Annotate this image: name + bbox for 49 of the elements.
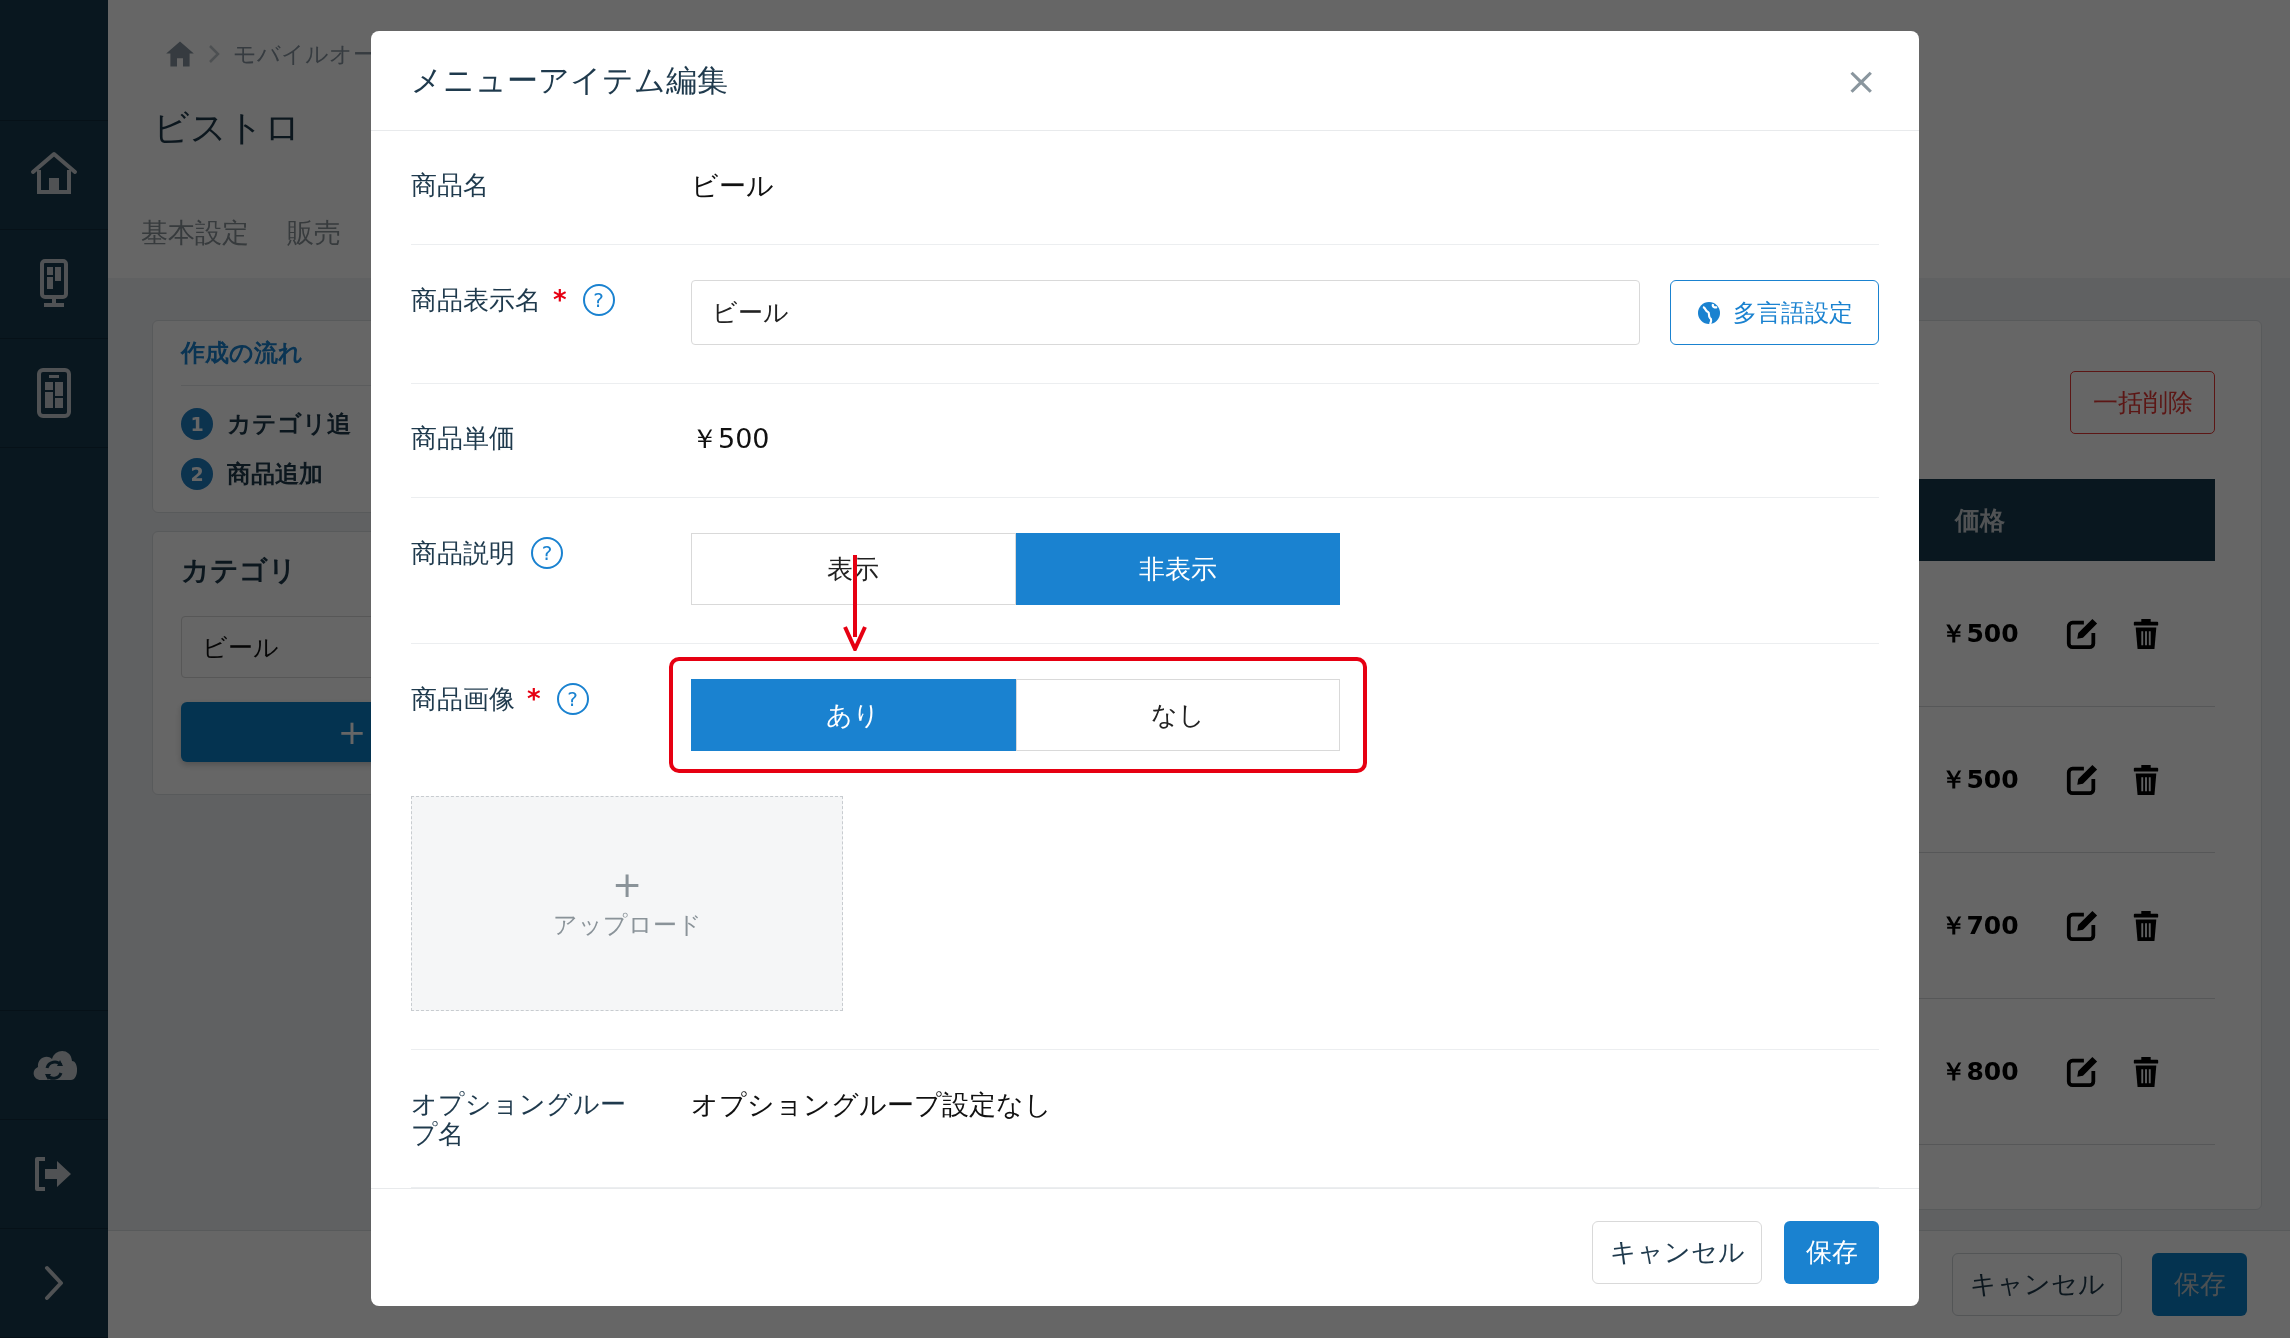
help-icon[interactable]: ? bbox=[582, 284, 615, 316]
home-icon[interactable] bbox=[165, 40, 195, 68]
field-label: 商品名 bbox=[411, 170, 489, 200]
trash-icon[interactable] bbox=[2131, 616, 2161, 651]
trash-icon[interactable] bbox=[2131, 908, 2161, 943]
cancel-button[interactable]: キャンセル bbox=[1592, 1221, 1762, 1284]
trash-icon[interactable] bbox=[2131, 1054, 2161, 1089]
price-cell-text: ￥500 bbox=[1940, 618, 2020, 650]
plus-icon: + bbox=[611, 866, 643, 903]
edit-icon[interactable] bbox=[2065, 908, 2099, 943]
edit-icon[interactable] bbox=[2065, 762, 2099, 797]
segment-option[interactable]: 非表示 bbox=[1015, 533, 1340, 605]
trash-icon[interactable] bbox=[2131, 762, 2161, 797]
language-settings-button[interactable]: 多言語設定 bbox=[1670, 280, 1879, 345]
cancel-button[interactable]: キャンセル bbox=[1952, 1253, 2122, 1316]
chevron-icon bbox=[207, 43, 221, 65]
card-title: カテゴリ bbox=[181, 553, 297, 589]
upload-area[interactable]: + アップロード bbox=[411, 796, 843, 1011]
price-cell-text: ￥700 bbox=[1940, 910, 2020, 942]
close-button[interactable]: × bbox=[1839, 61, 1883, 100]
dialog-title: メニューアイテム編集 bbox=[411, 60, 728, 100]
bulk-delete-button[interactable]: 一括削除 bbox=[2070, 371, 2215, 434]
field-value: オプショングループ設定なし bbox=[691, 1088, 1052, 1122]
page-title: ビストロ bbox=[153, 106, 302, 150]
save-button[interactable]: 保存 bbox=[1784, 1221, 1879, 1284]
help-icon[interactable]: ? bbox=[556, 683, 589, 715]
edit-icon[interactable] bbox=[2065, 616, 2099, 651]
price-cell-text: ￥500 bbox=[1940, 764, 2020, 796]
segment-option[interactable]: あり bbox=[691, 679, 1016, 751]
step-number: 2 bbox=[181, 458, 213, 490]
globe-icon bbox=[1696, 300, 1721, 325]
field-value: ￥500 bbox=[691, 422, 770, 456]
upload-label: アップロード bbox=[552, 909, 702, 941]
field-label: オプショングループ名 bbox=[411, 1089, 627, 1149]
step-label: 商品追加 bbox=[227, 459, 323, 490]
step-label: カテゴリ追 bbox=[227, 409, 351, 440]
required-mark: * bbox=[553, 285, 567, 315]
field-label: 商品説明 bbox=[411, 538, 515, 568]
help-icon[interactable]: ? bbox=[531, 537, 563, 569]
segment-option[interactable]: なし bbox=[1015, 679, 1340, 751]
field-label: 商品単価 bbox=[411, 423, 515, 453]
input-field[interactable]: ビール bbox=[691, 280, 1640, 345]
price-cell-text: ￥800 bbox=[1940, 1056, 2020, 1088]
field-value: ビール bbox=[691, 169, 774, 203]
edit-icon[interactable] bbox=[2065, 1054, 2099, 1089]
step-number: 1 bbox=[181, 408, 213, 440]
field-label: 商品表示名 bbox=[411, 285, 541, 315]
column-header: 価格 bbox=[1953, 504, 2006, 537]
required-mark: * bbox=[527, 684, 541, 714]
